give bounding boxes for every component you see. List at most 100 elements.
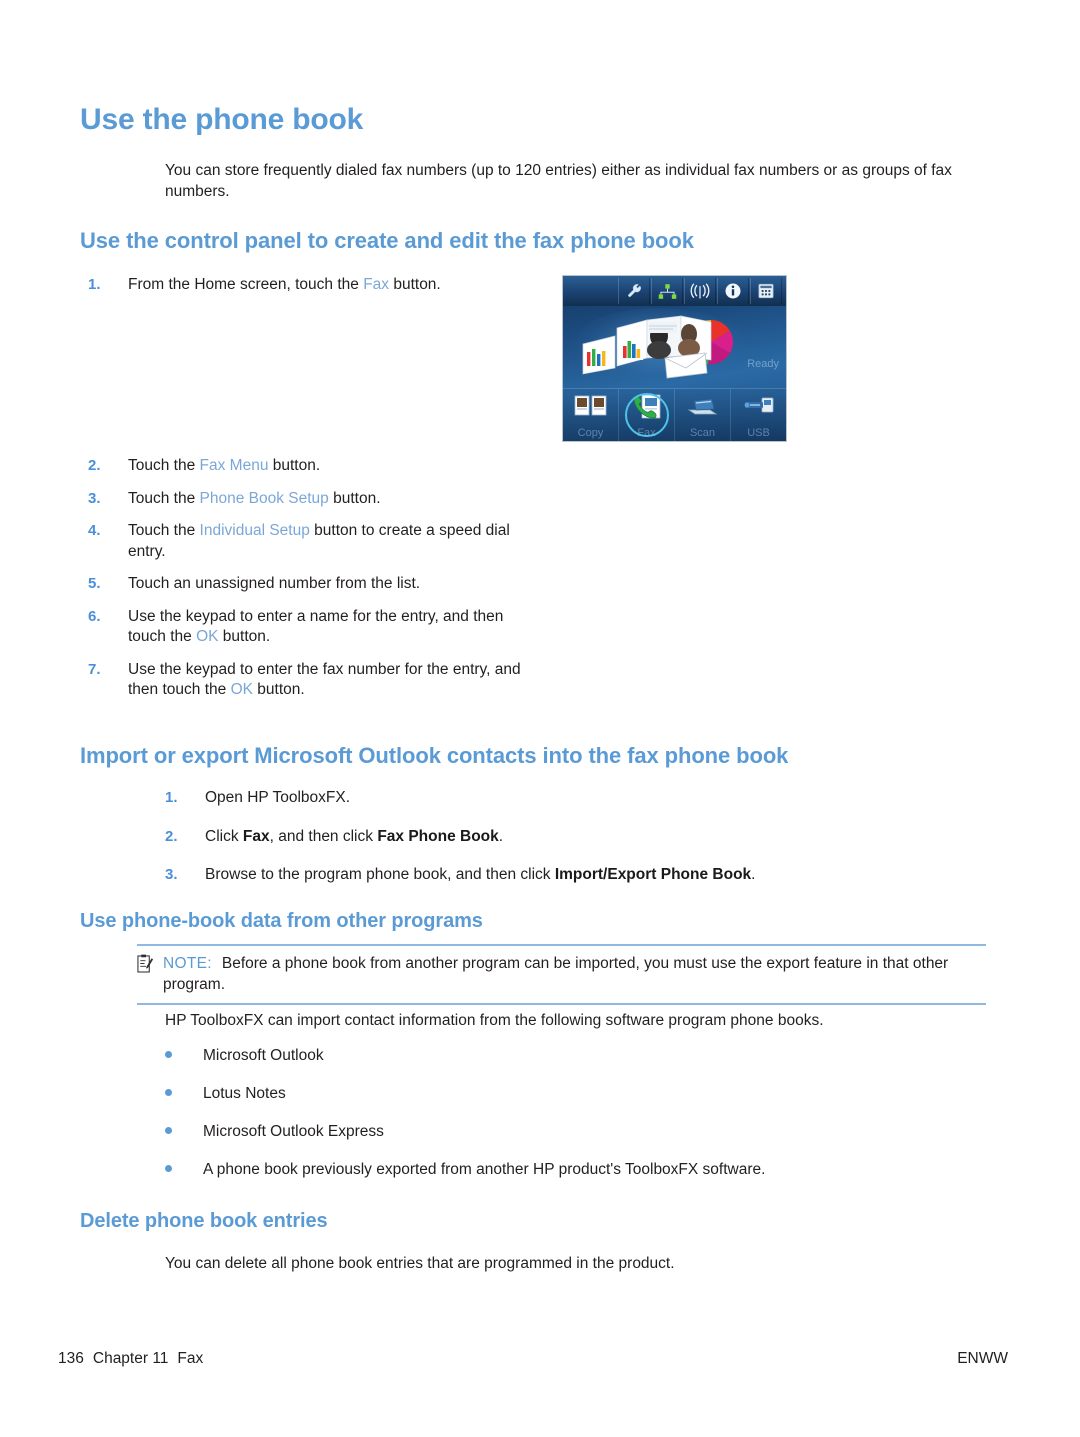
- step-text: .: [498, 827, 504, 845]
- status-text: Ready: [747, 358, 779, 370]
- list-text: Use the keypad to enter a name for the e…: [128, 607, 528, 648]
- list-number: 2.: [165, 827, 178, 845]
- intro-paragraph: You can store frequently dialed fax numb…: [165, 162, 952, 200]
- ui-term-bold: Fax Phone Book: [377, 827, 499, 845]
- list-text: Click Fax, and then click Fax Phone Book…: [205, 827, 955, 848]
- button-label: Copy: [577, 427, 604, 439]
- control-panel-button-scan[interactable]: Scan: [675, 389, 731, 441]
- control-panel-button-copy[interactable]: Copy: [563, 389, 619, 441]
- list-item: Lotus Notes: [165, 1084, 985, 1104]
- note-body-text: Before a phone book from another program…: [163, 955, 949, 993]
- media-collage-graphic: [582, 315, 733, 379]
- ui-term: Fax: [363, 276, 390, 293]
- usb-icon: [742, 394, 776, 421]
- footer-locale: ENWW: [957, 1350, 1008, 1367]
- control-panel-toolbar: [563, 276, 786, 306]
- heading-outlook-import-export: Import or export Microsoft Outlook conta…: [80, 743, 789, 768]
- footer-left: 136 Chapter 11 Fax: [58, 1350, 203, 1368]
- note-clipboard-icon: [137, 953, 163, 978]
- heading-delete-entries: Delete phone book entries: [80, 1210, 328, 1232]
- list-text: Microsoft Outlook Express: [203, 1123, 384, 1140]
- page-number: 136: [58, 1350, 84, 1367]
- supported-programs-list: Microsoft Outlook Lotus Notes Microsoft …: [165, 1046, 985, 1180]
- bullet-icon: [165, 1160, 203, 1180]
- wireless-icon: [684, 278, 716, 304]
- bullet-icon: [165, 1046, 203, 1066]
- list-item: 3. Browse to the program phone book, and…: [165, 865, 955, 886]
- heading-control-panel: Use the control panel to create and edit…: [80, 228, 694, 253]
- step-text-post: button.: [328, 489, 381, 507]
- list-text: Lotus Notes: [203, 1085, 286, 1102]
- list-item: 7. Use the keypad to enter the fax numbe…: [88, 660, 528, 701]
- list-number: 6.: [88, 607, 101, 625]
- bullet-icon: [165, 1084, 203, 1104]
- step-text: Open HP ToolboxFX.: [205, 789, 351, 806]
- bullet-icon: [165, 1122, 203, 1142]
- list-text: A phone book previously exported from an…: [203, 1161, 766, 1178]
- list-text: Touch the Fax Menu button.: [128, 456, 528, 477]
- control-panel-button-usb[interactable]: USB: [731, 389, 786, 441]
- delete-paragraph: You can delete all phone book entries th…: [165, 1255, 675, 1272]
- step-text-post: button.: [389, 276, 441, 293]
- list-text: From the Home screen, touch the Fax butt…: [128, 275, 528, 296]
- step-text-pre: Touch an unassigned number from the list…: [128, 575, 421, 592]
- step-text-pre: Use the keypad to enter a name for the e…: [128, 607, 504, 646]
- wrench-setup-icon: [618, 278, 650, 304]
- step-text: , and then click: [269, 827, 378, 845]
- note-text: NOTE: Before a phone book from another pr…: [163, 953, 986, 995]
- ui-term-bold: Fax: [242, 827, 270, 845]
- ui-term-bold: Import/Export Phone Book: [554, 866, 752, 883]
- chapter-title: Fax: [177, 1350, 204, 1367]
- outlook-steps: 1. Open HP ToolboxFX. 2. Click Fax, and …: [165, 788, 955, 886]
- list-text: Open HP ToolboxFX.: [205, 788, 955, 809]
- list-text: Touch the Phone Book Setup button.: [128, 489, 528, 510]
- button-label: Fax: [637, 427, 656, 439]
- scan-icon: [686, 394, 720, 423]
- ui-term: Fax Menu: [199, 457, 269, 474]
- list-item: 4. Touch the Individual Setup button to …: [88, 521, 528, 562]
- list-number: 3.: [88, 489, 101, 507]
- list-number: 1.: [165, 789, 178, 806]
- copy-icon: [574, 394, 608, 423]
- button-label: USB: [747, 427, 770, 439]
- list-item: A phone book previously exported from an…: [165, 1160, 985, 1180]
- ui-term: Phone Book Setup: [199, 489, 329, 507]
- list-item: 3. Touch the Phone Book Setup button.: [88, 489, 528, 510]
- step-text-pre: Touch the: [128, 522, 200, 539]
- step-text: .: [751, 866, 756, 883]
- supplies-icon: [750, 278, 782, 304]
- list-item: 2. Touch the Fax Menu button.: [88, 456, 528, 477]
- list-item: Microsoft Outlook: [165, 1046, 985, 1066]
- list-item: 2. Click Fax, and then click Fax Phone B…: [165, 827, 955, 848]
- list-text: Use the keypad to enter the fax number f…: [128, 660, 528, 701]
- list-number: 2.: [88, 457, 101, 474]
- step-text: Browse to the program phone book, and th…: [205, 866, 555, 883]
- list-text: Microsoft Outlook: [203, 1047, 324, 1064]
- note-label: NOTE:: [163, 955, 212, 972]
- list-text: Browse to the program phone book, and th…: [205, 865, 955, 886]
- step-text-post: button.: [268, 457, 321, 474]
- list-number: 3.: [165, 866, 178, 883]
- list-number: 1.: [88, 276, 101, 293]
- step-text-pre: From the Home screen, touch the: [128, 276, 364, 293]
- control-panel-screenshot: Ready Copy Fax Scan USB: [562, 275, 787, 442]
- step-text-pre: Touch the: [128, 489, 200, 507]
- list-item: 1. From the Home screen, touch the Fax b…: [88, 275, 528, 296]
- page-title: Use the phone book: [80, 103, 364, 136]
- list-item: 5. Touch an unassigned number from the l…: [88, 574, 528, 595]
- step-text-pre: Use the keypad to enter the fax number f…: [128, 660, 521, 699]
- document-page: Use the phone book You can store frequen…: [0, 0, 1080, 1437]
- step-text: Click: [205, 827, 243, 845]
- chapter-label: Chapter 11: [92, 1350, 169, 1367]
- list-text: Touch the Individual Setup button to cre…: [128, 521, 528, 562]
- control-panel-steps: 1. From the Home screen, touch the Fax b…: [88, 275, 528, 296]
- list-item: Microsoft Outlook Express: [165, 1122, 985, 1142]
- ui-term: Individual Setup: [199, 522, 310, 539]
- list-item: 1. Open HP ToolboxFX.: [165, 788, 955, 809]
- network-icon: [651, 278, 683, 304]
- button-label: Scan: [689, 427, 716, 439]
- control-panel-button-fax[interactable]: Fax: [619, 389, 675, 441]
- heading-other-programs: Use phone-book data from other programs: [80, 910, 483, 932]
- info-icon: [717, 278, 749, 304]
- list-number: 7.: [88, 660, 101, 678]
